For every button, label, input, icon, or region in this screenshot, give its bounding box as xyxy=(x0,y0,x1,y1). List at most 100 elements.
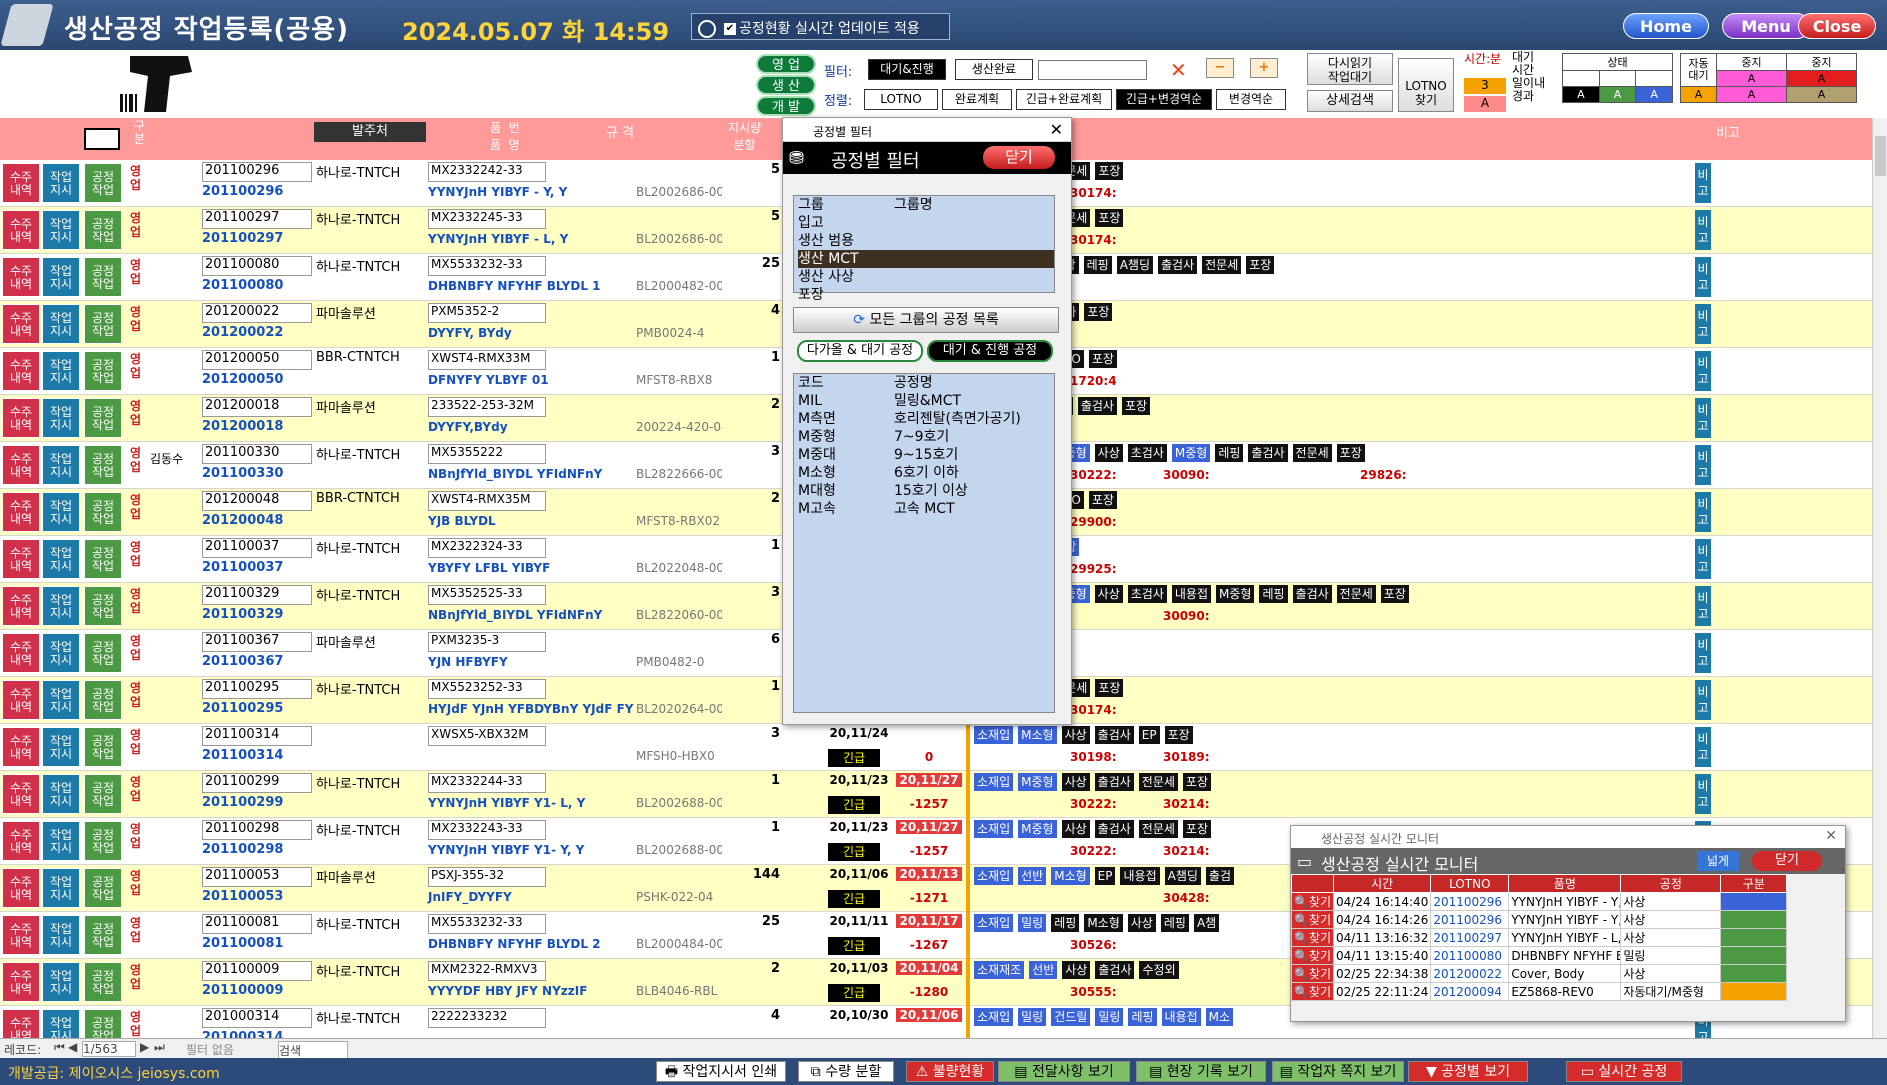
work-order-button[interactable]: 작업 지시 xyxy=(42,492,80,532)
order-history-button[interactable]: 수주 내역 xyxy=(2,868,40,908)
work-order-button[interactable]: 작업 지시 xyxy=(42,915,80,955)
process-chip[interactable]: 초검사 xyxy=(1127,585,1167,603)
lotno-link[interactable]: 201100080 xyxy=(202,278,283,293)
lotno-field[interactable]: 201200048 xyxy=(202,491,312,511)
lotno-link[interactable]: 201200048 xyxy=(202,513,283,528)
lotno-link[interactable]: 201100295 xyxy=(202,701,283,716)
dept-dev-button[interactable]: 개 발 xyxy=(756,96,816,116)
plus-button[interactable]: + xyxy=(1250,58,1278,78)
group-list[interactable]: 그룹 그룹명 입고 생산 범용 생산 MCT 생산 사상 포장 xyxy=(793,195,1055,303)
lotno-field[interactable]: 201100298 xyxy=(202,820,312,840)
order-history-button[interactable]: 수주 내역 xyxy=(2,445,40,485)
process-chip[interactable]: 레핑 xyxy=(1128,1008,1157,1026)
monitor-close-icon[interactable]: ✕ xyxy=(1825,828,1837,844)
part-number-field[interactable]: XWST4-RMX33M xyxy=(428,350,546,370)
lotno-field[interactable]: 201100367 xyxy=(202,632,312,652)
process-chip[interactable]: 사상 xyxy=(1061,773,1090,791)
process-work-button[interactable]: 공정 작업 xyxy=(84,445,122,485)
part-number-field[interactable]: MX5533232-33 xyxy=(428,914,546,934)
lotno-link[interactable]: 201100037 xyxy=(202,560,283,575)
process-work-button[interactable]: 공정 작업 xyxy=(84,257,122,297)
process-chip[interactable]: 출검사 xyxy=(1094,773,1134,791)
part-number-field[interactable]: 2222233232 xyxy=(428,1008,546,1028)
code-list-item[interactable]: M중대 9~15호기 xyxy=(798,446,1054,464)
process-chip[interactable]: 소재입 xyxy=(974,914,1014,932)
process-chip[interactable]: 포장 xyxy=(1088,491,1117,509)
lotno-link[interactable]: 201100299 xyxy=(202,795,283,810)
process-chip[interactable]: 사상 xyxy=(1094,585,1123,603)
process-chip[interactable]: 포장 xyxy=(1164,726,1193,744)
monitor-lotno[interactable]: 201100080 xyxy=(1430,946,1510,965)
order-history-button[interactable]: 수주 내역 xyxy=(2,257,40,297)
memo-button[interactable]: 비 고 xyxy=(1695,351,1711,391)
worker-notes-button[interactable]: ▤ 작업자 쪽지 보기 xyxy=(1272,1061,1404,1082)
monitor-find-button[interactable]: 🔍찾기 xyxy=(1290,964,1335,983)
qty-split-button[interactable]: ⧉ 수량 분할 xyxy=(798,1061,894,1082)
part-number-field[interactable]: MX2332245-33 xyxy=(428,209,546,229)
order-history-button[interactable]: 수주 내역 xyxy=(2,586,40,626)
process-chip[interactable]: 출검 xyxy=(1205,867,1234,885)
home-button[interactable]: Home xyxy=(1623,13,1709,39)
lotno-link[interactable]: 201100330 xyxy=(202,466,283,481)
process-work-button[interactable]: 공정 작업 xyxy=(84,821,122,861)
lotno-link[interactable]: 201100053 xyxy=(202,889,283,904)
work-order-button[interactable]: 작업 지시 xyxy=(42,1009,80,1038)
work-order-button[interactable]: 작업 지시 xyxy=(42,445,80,485)
code-list-item[interactable]: MIL 밀링&MCT xyxy=(798,392,1054,410)
memo-button[interactable]: 비 고 xyxy=(1695,398,1711,438)
process-work-button[interactable]: 공정 작업 xyxy=(84,539,122,579)
auto-wait-cell[interactable]: A xyxy=(1680,86,1717,103)
memo-button[interactable]: 비 고 xyxy=(1695,633,1711,673)
filter-input[interactable] xyxy=(1038,60,1147,80)
realtime-update-toggle[interactable]: ✔ 공정현황 실시간 업데이트 적용 xyxy=(691,13,950,40)
lotno-field[interactable]: 201100330 xyxy=(202,444,312,464)
process-chip[interactable]: 출검사 xyxy=(1248,444,1288,462)
dept-sales-button[interactable]: 영 업 xyxy=(756,54,816,74)
sort-plan-button[interactable]: 완료계획 xyxy=(942,89,1012,110)
part-number-field[interactable]: MX5355222 xyxy=(428,444,546,464)
order-history-button[interactable]: 수주 내역 xyxy=(2,398,40,438)
lotno-field[interactable]: 201100299 xyxy=(202,773,312,793)
process-chip[interactable]: 전문세 xyxy=(1202,256,1242,274)
clear-filter-icon[interactable]: ✕ xyxy=(1170,58,1187,82)
lotno-field[interactable]: 201100329 xyxy=(202,585,312,605)
memo-button[interactable]: 비 고 xyxy=(1695,210,1711,250)
process-work-button[interactable]: 공정 작업 xyxy=(84,633,122,673)
order-history-button[interactable]: 수주 내역 xyxy=(2,539,40,579)
process-chip[interactable]: 포장 xyxy=(1182,820,1211,838)
process-chip[interactable]: 사상 xyxy=(1061,726,1090,744)
lotno-link[interactable]: 201100329 xyxy=(202,607,283,622)
print-workorder-button[interactable]: 🖶 작업지시서 인쇄 xyxy=(656,1061,786,1082)
tab-upcoming-waiting[interactable]: 다가올 & 대기 공정 xyxy=(797,340,923,362)
process-chip[interactable]: M중형 xyxy=(1171,444,1211,462)
monitor-lotno[interactable]: 201100296 xyxy=(1430,910,1510,929)
process-chip[interactable]: 출검사 xyxy=(1094,820,1134,838)
process-chip[interactable]: 출검사 xyxy=(1158,256,1198,274)
monitor-find-button[interactable]: 🔍찾기 xyxy=(1290,946,1335,965)
lotno-field[interactable]: 201100080 xyxy=(202,256,312,276)
lotno-link[interactable]: 201200050 xyxy=(202,372,283,387)
scroll-thumb[interactable] xyxy=(1875,136,1886,176)
monitor-lotno[interactable]: 201100296 xyxy=(1430,892,1510,911)
prev-record-icon[interactable]: ◀ xyxy=(68,1040,77,1054)
process-chip[interactable]: M중형 xyxy=(1216,585,1255,603)
process-chip[interactable]: 레핑 xyxy=(1083,256,1112,274)
order-history-button[interactable]: 수주 내역 xyxy=(2,492,40,532)
detail-search-button[interactable]: 상세검색 xyxy=(1307,90,1393,112)
process-chip[interactable]: 초검사 xyxy=(1127,444,1167,462)
process-chip[interactable]: 밀링 xyxy=(1018,1008,1047,1026)
process-work-button[interactable]: 공정 작업 xyxy=(84,492,122,532)
code-list-item[interactable]: M소형 6호기 이하 xyxy=(798,464,1054,482)
monitor-lotno[interactable]: 201100297 xyxy=(1430,928,1510,947)
work-order-button[interactable]: 작업 지시 xyxy=(42,257,80,297)
code-list-item[interactable]: M고속 고속 MCT xyxy=(798,500,1054,518)
process-chip[interactable]: 밀링 xyxy=(1018,914,1047,932)
order-history-button[interactable]: 수주 내역 xyxy=(2,680,40,720)
lotno-link[interactable]: 201100314 xyxy=(202,748,283,763)
first-record-icon[interactable]: ⏮ xyxy=(54,1040,65,1055)
messages-view-button[interactable]: ▤ 전달사항 보기 xyxy=(998,1061,1130,1082)
monitor-find-button[interactable]: 🔍찾기 xyxy=(1290,892,1335,911)
part-number-field[interactable]: MX5533232-33 xyxy=(428,256,546,276)
lotno-link[interactable]: 201100081 xyxy=(202,936,283,951)
process-work-button[interactable]: 공정 작업 xyxy=(84,210,122,250)
